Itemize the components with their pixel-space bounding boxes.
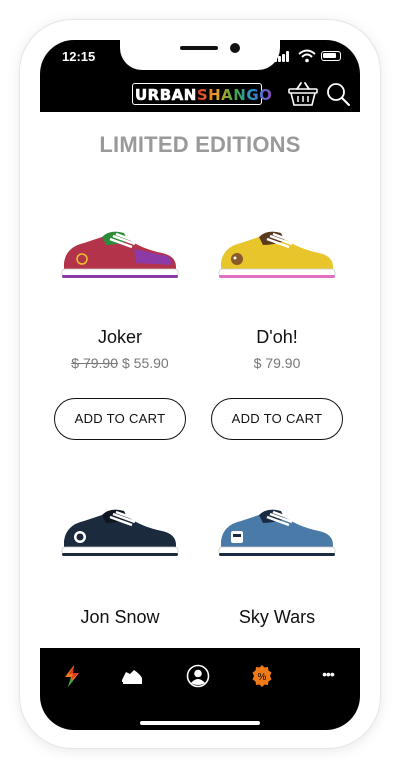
shoe-image[interactable] xyxy=(215,503,339,563)
product-price: $ 79.90 $ 55.90 xyxy=(40,355,200,371)
product-name[interactable]: D'oh! xyxy=(197,327,357,348)
sneaker-icon[interactable] xyxy=(120,664,144,688)
bottom-tab-bar: % ••• xyxy=(40,648,360,730)
more-icon[interactable]: ••• xyxy=(316,664,340,688)
add-to-cart-button[interactable]: ADD TO CART xyxy=(54,398,186,440)
product-price: $ 79.90 xyxy=(197,355,357,371)
battery-icon xyxy=(321,51,341,61)
speaker-icon xyxy=(180,46,218,50)
product-name[interactable]: Sky Wars xyxy=(197,607,357,628)
app-screen: 12:15 URBANSHANGO LIMITED EDITIONS Joker… xyxy=(40,40,360,730)
old-price: $ 79.90 xyxy=(71,355,118,371)
shoe-image[interactable] xyxy=(58,503,182,563)
shoe-image[interactable] xyxy=(58,225,182,285)
app-header: 12:15 URBANSHANGO xyxy=(40,40,360,112)
product-name[interactable]: Jon Snow xyxy=(40,607,200,628)
current-price: $ 55.90 xyxy=(122,355,169,371)
home-indicator[interactable] xyxy=(140,721,260,725)
brand-logo[interactable]: URBANSHANGO xyxy=(135,86,273,105)
product-card: D'oh! $ 79.90 ADD TO CART xyxy=(197,190,357,450)
product-name[interactable]: Joker xyxy=(40,327,200,348)
product-card: Jon Snow xyxy=(40,470,200,650)
lightning-icon[interactable] xyxy=(60,664,84,688)
add-to-cart-button[interactable]: ADD TO CART xyxy=(211,398,343,440)
product-card: Sky Wars xyxy=(197,470,357,650)
discount-label: % xyxy=(258,672,267,683)
current-price: $ 79.90 xyxy=(253,355,301,371)
status-time: 12:15 xyxy=(62,49,96,64)
signal-icon xyxy=(274,51,292,62)
status-icons xyxy=(274,49,344,63)
basket-icon[interactable] xyxy=(288,81,318,107)
notch xyxy=(120,40,280,70)
profile-icon[interactable] xyxy=(186,664,210,688)
product-card: Joker $ 79.90 $ 55.90 ADD TO CART xyxy=(40,190,200,450)
logo-text-urban: URBAN xyxy=(135,86,197,105)
search-icon[interactable] xyxy=(326,82,350,106)
section-title: LIMITED EDITIONS xyxy=(99,132,301,157)
shoe-image[interactable] xyxy=(215,225,339,285)
discount-badge-icon[interactable]: % xyxy=(250,664,274,688)
camera-icon xyxy=(230,43,240,53)
wifi-icon xyxy=(298,49,316,63)
logo-text-shango: SHANGO xyxy=(196,86,273,104)
